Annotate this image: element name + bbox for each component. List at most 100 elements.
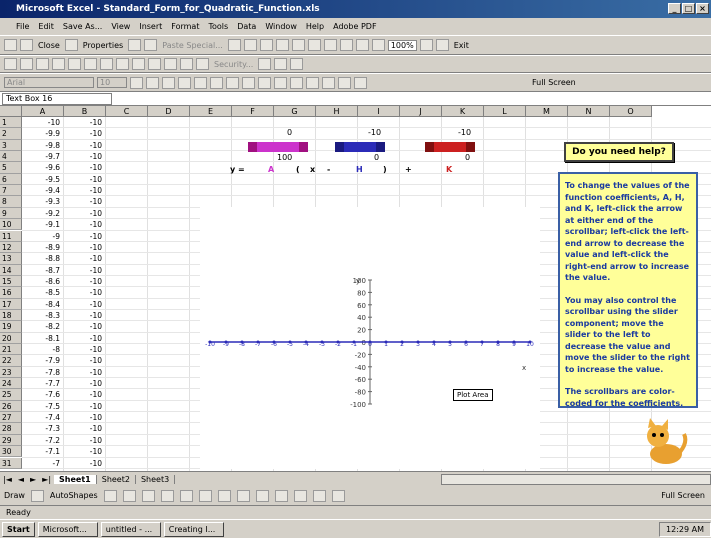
align-left-icon[interactable] [178,76,191,89]
scrollbar-icon[interactable] [148,58,161,70]
help-button[interactable]: Do you need help? [564,142,674,162]
row-header[interactable]: 20 [0,332,22,344]
cell-a[interactable]: -9.6 [22,162,64,173]
cell-a[interactable]: -8.8 [22,253,64,264]
row-header[interactable]: 13 [0,253,22,265]
combobox-icon[interactable] [100,58,113,70]
cell-b[interactable]: -10 [64,231,106,242]
row-header[interactable]: 23 [0,366,22,379]
cell-a[interactable]: -9.4 [22,185,64,196]
cell-b[interactable]: -10 [64,151,106,162]
text-box-icon[interactable] [354,76,367,89]
k-scrollbar[interactable] [425,142,475,152]
cell-a[interactable]: -9.7 [22,151,64,162]
cell-a[interactable]: -8.6 [22,276,64,287]
save-icon[interactable] [64,39,78,51]
cell-b[interactable]: -10 [64,287,106,298]
checkbox-icon[interactable] [20,58,33,70]
sort-icon[interactable] [339,39,353,51]
row-header[interactable]: 3 [0,139,22,152]
menu-item-tools[interactable]: Tools [208,22,228,31]
tab-last-arrow[interactable]: ►| [39,475,54,484]
cell-a[interactable]: -8.1 [22,333,64,344]
cell-a[interactable]: -7 [22,458,64,469]
underline-icon[interactable] [162,76,175,89]
font-size-select[interactable]: 10 [97,77,127,88]
indent-icon[interactable] [290,76,303,89]
cell-a[interactable]: -9.2 [22,208,64,219]
row-header[interactable]: 2 [0,128,22,140]
option-icon[interactable] [68,58,81,70]
toggle-icon[interactable] [116,58,129,70]
row-header[interactable]: 24 [0,378,22,390]
tab-first-arrow[interactable]: |◄ [0,475,15,484]
select-all-corner[interactable] [0,106,22,117]
row-header[interactable]: 26 [0,400,22,413]
fill-icon[interactable] [236,489,250,502]
row-header[interactable]: 1 [0,117,22,129]
taskbar-item-creating[interactable]: Creating I... [163,521,224,537]
zoom-select[interactable]: 100% [387,39,417,51]
row-header[interactable]: 25 [0,389,22,401]
cell-b[interactable]: -10 [64,208,106,219]
cell-a[interactable]: -7.3 [22,423,64,434]
name-box[interactable]: Text Box 16 [2,93,112,105]
cell-a[interactable]: -7.6 [22,389,64,400]
column-header-k[interactable]: K [442,106,484,117]
cell-b[interactable]: -10 [64,321,106,332]
new-icon[interactable] [4,39,17,51]
hyperlink-icon[interactable] [307,39,321,51]
visual-basic-icon[interactable] [258,58,272,70]
cell-a[interactable]: -8.4 [22,299,64,310]
cell-a[interactable]: -7.9 [22,355,64,366]
cell-a[interactable]: -7.2 [22,435,64,446]
menu-item-adobepdf[interactable]: Adobe PDF [333,22,376,31]
column-header-e[interactable]: E [190,106,232,117]
cell-b[interactable]: -10 [64,174,106,185]
row-header[interactable]: 28 [0,423,22,435]
print-icon[interactable] [128,39,142,51]
image-icon[interactable] [180,58,193,70]
tab-sheet1[interactable]: Sheet1 [54,474,97,484]
minimize-button[interactable]: _ [668,3,681,14]
cell-b[interactable]: -10 [64,242,106,253]
cell-b[interactable]: -10 [64,140,106,151]
a-scroll-left-arrow[interactable] [248,142,257,152]
undo-icon[interactable] [275,39,289,51]
menu-item-file[interactable]: File [16,22,29,31]
menu-item-edit[interactable]: Edit [38,22,54,31]
column-header-n[interactable]: N [568,106,610,117]
close-button-tb[interactable]: Close [36,41,62,50]
cell-a[interactable]: -7.5 [22,401,64,412]
row-header[interactable]: 12 [0,241,22,254]
cell-a[interactable]: -9.8 [22,140,64,151]
percent-icon[interactable] [258,76,271,89]
chart-wizard-icon[interactable] [355,39,369,51]
column-header-j[interactable]: J [400,106,442,117]
record-icon[interactable] [290,58,304,70]
design-mode-icon[interactable] [4,58,17,70]
currency-icon[interactable] [242,76,255,89]
bold-icon[interactable] [130,76,143,89]
row-header[interactable]: 10 [0,219,22,231]
cell-b[interactable]: -10 [64,276,106,287]
cell-a[interactable]: -7.4 [22,412,64,423]
column-header-d[interactable]: D [148,106,190,117]
cell-b[interactable]: -10 [64,333,106,344]
italic-icon[interactable] [146,76,159,89]
cell-b[interactable]: -10 [64,389,106,400]
line-color-icon[interactable] [255,489,269,502]
cell-a[interactable]: -7.1 [22,446,64,457]
row-header[interactable]: 27 [0,412,22,424]
cell-a[interactable]: -9.9 [22,128,64,139]
maximize-button[interactable]: □ [682,3,695,14]
menu-item-format[interactable]: Format [171,22,199,31]
k-scroll-left-arrow[interactable] [425,142,434,152]
drawing-icon[interactable] [371,39,385,51]
cell-b[interactable]: -10 [64,117,106,128]
row-header[interactable]: 19 [0,321,22,333]
cell-b[interactable]: -10 [64,128,106,139]
cell-b[interactable]: -10 [64,196,106,207]
horizontal-scrollbar[interactable] [441,473,711,485]
row-header[interactable]: 9 [0,207,22,220]
